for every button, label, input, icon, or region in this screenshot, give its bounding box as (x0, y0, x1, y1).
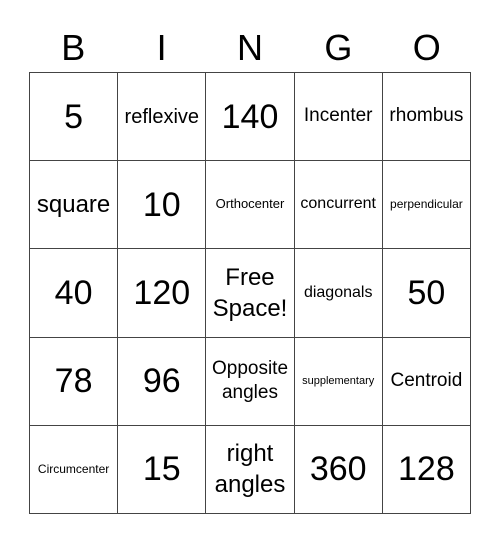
bingo-cell[interactable]: 15 (118, 425, 207, 514)
bingo-grid: 5 reflexive 140 Incenter rhombus square … (29, 72, 471, 514)
bingo-cell[interactable]: Orthocenter (206, 161, 295, 250)
bingo-cell[interactable]: rhombus (382, 73, 471, 162)
header-letter-n: N (236, 27, 263, 68)
header-letter-g: G (324, 27, 353, 68)
header-letter-o: O (412, 27, 441, 68)
bingo-cell[interactable]: 120 (118, 249, 207, 338)
bingo-cell[interactable]: supplementary (294, 337, 383, 426)
bingo-cell[interactable]: diagonals (294, 249, 383, 338)
bingo-cell[interactable]: 96 (118, 337, 207, 426)
header-letter-b: B (61, 27, 86, 68)
bingo-cell[interactable]: 128 (382, 425, 471, 514)
bingo-cell[interactable]: 50 (382, 249, 471, 338)
free-space-cell[interactable]: Free Space! (206, 249, 295, 338)
bingo-cell[interactable]: right angles (206, 425, 295, 514)
header-letter-i: I (156, 27, 167, 68)
bingo-header: B I N G O (29, 27, 471, 69)
bingo-cell[interactable]: Opposite angles (206, 337, 295, 426)
bingo-cell[interactable]: 140 (206, 73, 295, 162)
bingo-cell[interactable]: concurrent (294, 161, 383, 250)
bingo-cell[interactable]: Circumcenter (30, 425, 119, 514)
bingo-cell[interactable]: 78 (30, 337, 119, 426)
bingo-cell[interactable]: Incenter (294, 73, 383, 162)
bingo-cell[interactable]: perpendicular (382, 161, 471, 250)
bingo-cell[interactable]: square (30, 161, 119, 250)
bingo-cell[interactable]: 5 (30, 73, 119, 162)
bingo-cell[interactable]: Centroid (382, 337, 471, 426)
bingo-cell[interactable]: 40 (30, 249, 119, 338)
bingo-cell[interactable]: reflexive (118, 73, 207, 162)
bingo-cell[interactable]: 360 (294, 425, 383, 514)
bingo-cell[interactable]: 10 (118, 161, 207, 250)
